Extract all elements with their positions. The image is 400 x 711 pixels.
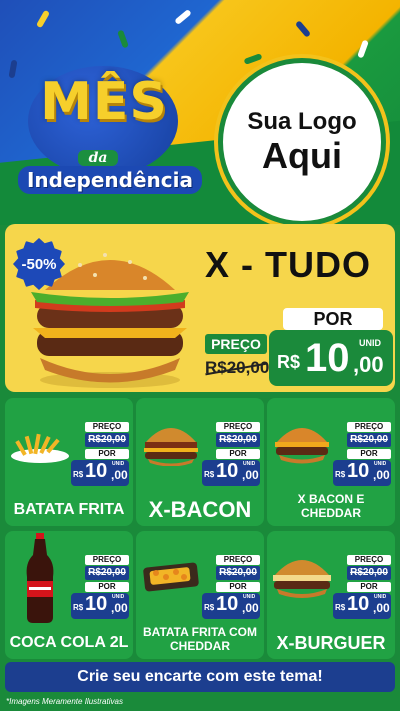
preco-label: PREÇO <box>347 555 391 565</box>
price-unit: UNID <box>112 461 125 467</box>
confetti <box>243 53 263 65</box>
price-currency: R$ <box>204 603 215 612</box>
product-card-batata-cheddar[interactable]: PREÇO R$20,00 POR R$ 10 UNID ,00 BATATA … <box>136 531 264 659</box>
product-card-x-bacon[interactable]: PREÇO R$20,00 POR R$ 10 UNID ,00 X-BACON <box>136 398 264 526</box>
featured-price: R$ 10 UNID ,00 <box>269 330 393 386</box>
price-box: R$ 10 UNID ,00 <box>71 593 129 619</box>
confetti <box>174 8 192 26</box>
disclaimer: *Imagens Meramente Ilustrativas <box>6 697 123 706</box>
product-card-x-bacon-cheddar[interactable]: PREÇO R$20,00 POR R$ 10 UNID ,00 X BACON… <box>267 398 395 526</box>
por-label: POR <box>347 449 391 459</box>
burger-image <box>144 428 198 466</box>
price-main: 10 <box>305 336 350 380</box>
price-currency: R$ <box>335 603 346 612</box>
confetti <box>35 9 51 29</box>
price-unit: UNID <box>243 461 256 467</box>
product-name: BATATA FRITA <box>13 501 125 518</box>
old-price: R$20,00 <box>216 566 260 580</box>
old-price: R$20,00 <box>216 433 260 447</box>
price-unit: UNID <box>243 594 256 600</box>
por-label: POR <box>85 449 129 459</box>
logo-line1: Sua Logo <box>247 108 357 135</box>
fries-cheddar-image <box>143 562 199 592</box>
price-currency: R$ <box>335 470 346 479</box>
confetti <box>357 39 369 59</box>
price-unit: UNID <box>374 594 387 600</box>
price-cents: ,00 <box>373 468 390 482</box>
burger-image <box>273 560 331 598</box>
price-unit: UNID <box>112 594 125 600</box>
old-price: R$20,00 <box>85 566 129 580</box>
featured-product[interactable]: -50% X - TUDO PREÇO R$20,00 POR R$ 10 UN… <box>5 224 395 392</box>
por-label: POR <box>85 582 129 592</box>
month-subtitle: Independência <box>18 166 202 194</box>
confetti <box>294 20 312 38</box>
cta-button[interactable]: Crie seu encarte com este tema! <box>5 662 395 692</box>
price-main: 10 <box>347 593 370 615</box>
product-name: COCA COLA 2L <box>9 634 129 651</box>
hero-banner: MÊS da Independência Sua Logo Aqui <box>0 0 400 225</box>
price-currency: R$ <box>277 352 301 372</box>
product-card-x-burguer[interactable]: PREÇO R$20,00 POR R$ 10 UNID ,00 X-BURGU… <box>267 531 395 659</box>
old-price: R$20,00 <box>85 433 129 447</box>
logo-line2: Aqui <box>262 135 342 176</box>
month-badge: MÊS da Independência <box>8 62 202 202</box>
old-price: R$20,00 <box>347 566 391 580</box>
preco-label: PREÇO <box>216 422 260 432</box>
price-main: 10 <box>216 460 239 482</box>
price-box: R$ 10 UNID ,00 <box>333 593 391 619</box>
price-unit: UNID <box>374 461 387 467</box>
confetti <box>117 29 129 49</box>
logo-placeholder[interactable]: Sua Logo Aqui <box>218 58 386 225</box>
price-cents: ,00 <box>111 468 128 482</box>
price-box: R$ 10 UNID ,00 <box>202 460 260 486</box>
preco-label: PREÇO <box>347 422 391 432</box>
por-label: POR <box>216 449 260 459</box>
por-label: POR <box>347 582 391 592</box>
product-card-coca-cola[interactable]: PREÇO R$20,00 POR R$ 10 UNID ,00 COCA CO… <box>5 531 133 659</box>
price-cents: ,00 <box>242 601 259 615</box>
month-da: da <box>78 150 118 166</box>
old-price: R$20,00 <box>347 433 391 447</box>
por-label: POR <box>216 582 260 592</box>
price-box: R$ 10 UNID ,00 <box>71 460 129 486</box>
por-label: POR <box>283 308 383 330</box>
preco-label: PREÇO <box>85 555 129 565</box>
month-title: MÊS <box>40 72 168 132</box>
price-main: 10 <box>85 593 108 615</box>
fries-image <box>11 433 69 463</box>
product-name: X BACON E CHEDDAR <box>297 492 365 520</box>
product-card-batata-frita[interactable]: PREÇO R$20,00 POR R$ 10 UNID ,00 BATATA … <box>5 398 133 526</box>
product-name: BATATA FRITA COM CHEDDAR <box>143 625 257 653</box>
burger-image <box>275 428 329 464</box>
price-unit: UNID <box>359 338 381 348</box>
preco-label: PREÇO <box>216 555 260 565</box>
product-name: X-BACON <box>148 497 252 522</box>
featured-product-name: X - TUDO <box>205 244 371 285</box>
price-cents: ,00 <box>242 468 259 482</box>
price-cents: ,00 <box>353 352 384 377</box>
price-box: R$ 10 UNID ,00 <box>202 593 260 619</box>
price-main: 10 <box>347 460 370 482</box>
preco-label: PREÇO <box>205 334 267 354</box>
soda-bottle-image <box>26 533 54 623</box>
price-currency: R$ <box>73 470 84 479</box>
product-name: X-BURGUER <box>276 633 386 653</box>
preco-label: PREÇO <box>85 422 129 432</box>
price-currency: R$ <box>73 603 84 612</box>
price-main: 10 <box>85 460 108 482</box>
price-main: 10 <box>216 593 239 615</box>
price-currency: R$ <box>204 470 215 479</box>
price-cents: ,00 <box>111 601 128 615</box>
price-cents: ,00 <box>373 601 390 615</box>
price-box: R$ 10 UNID ,00 <box>333 460 391 486</box>
